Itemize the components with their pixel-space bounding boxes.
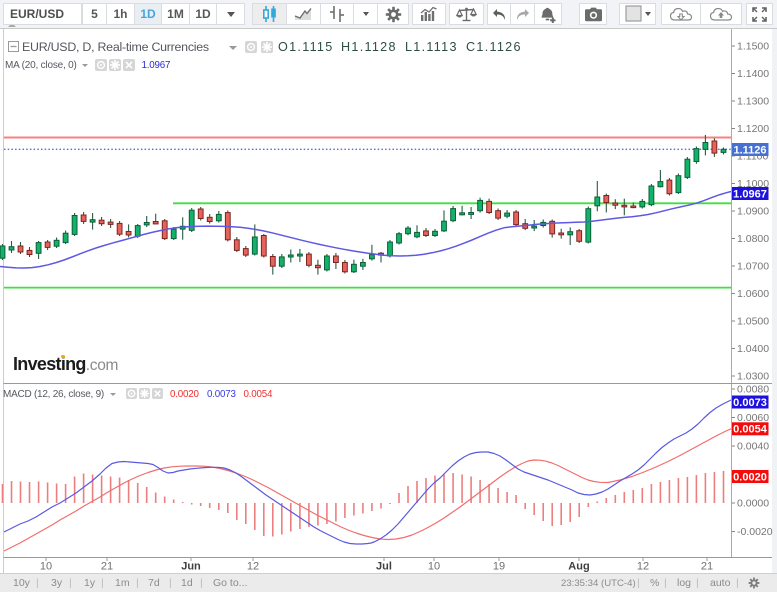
svg-text:Jul: Jul bbox=[376, 561, 392, 573]
svg-text:19: 19 bbox=[493, 561, 505, 573]
svg-text:10: 10 bbox=[428, 561, 440, 573]
svg-text:10: 10 bbox=[40, 561, 52, 573]
svg-text:0.0054: 0.0054 bbox=[733, 424, 768, 436]
svg-text:1.0600: 1.0600 bbox=[737, 288, 769, 300]
svg-text:21: 21 bbox=[101, 561, 113, 573]
svg-text:0.0040: 0.0040 bbox=[737, 441, 769, 453]
svg-text:0.0080: 0.0080 bbox=[737, 384, 769, 396]
svg-text:1.0300: 1.0300 bbox=[737, 371, 769, 383]
svg-text:Jun: Jun bbox=[181, 561, 201, 573]
svg-text:0.0020: 0.0020 bbox=[733, 471, 767, 483]
svg-text:12: 12 bbox=[247, 561, 259, 573]
svg-text:1.0400: 1.0400 bbox=[737, 343, 769, 355]
svg-text:Aug: Aug bbox=[568, 561, 589, 573]
svg-text:0.0000: 0.0000 bbox=[737, 498, 769, 510]
svg-text:0.0073: 0.0073 bbox=[733, 397, 767, 409]
svg-text:1.1300: 1.1300 bbox=[737, 96, 769, 108]
svg-text:1.1500: 1.1500 bbox=[737, 41, 769, 53]
svg-text:21: 21 bbox=[701, 561, 713, 573]
svg-text:1.0500: 1.0500 bbox=[737, 316, 769, 328]
svg-text:1.1200: 1.1200 bbox=[737, 123, 769, 135]
svg-text:1.0967: 1.0967 bbox=[733, 188, 767, 200]
svg-text:1.1126: 1.1126 bbox=[733, 144, 766, 156]
svg-text:1.0900: 1.0900 bbox=[737, 206, 769, 218]
svg-text:1.0700: 1.0700 bbox=[737, 261, 769, 273]
svg-text:1.0800: 1.0800 bbox=[737, 233, 769, 245]
svg-text:-0.0020: -0.0020 bbox=[737, 526, 773, 538]
svg-text:1.1400: 1.1400 bbox=[737, 68, 769, 80]
svg-text:12: 12 bbox=[637, 561, 649, 573]
